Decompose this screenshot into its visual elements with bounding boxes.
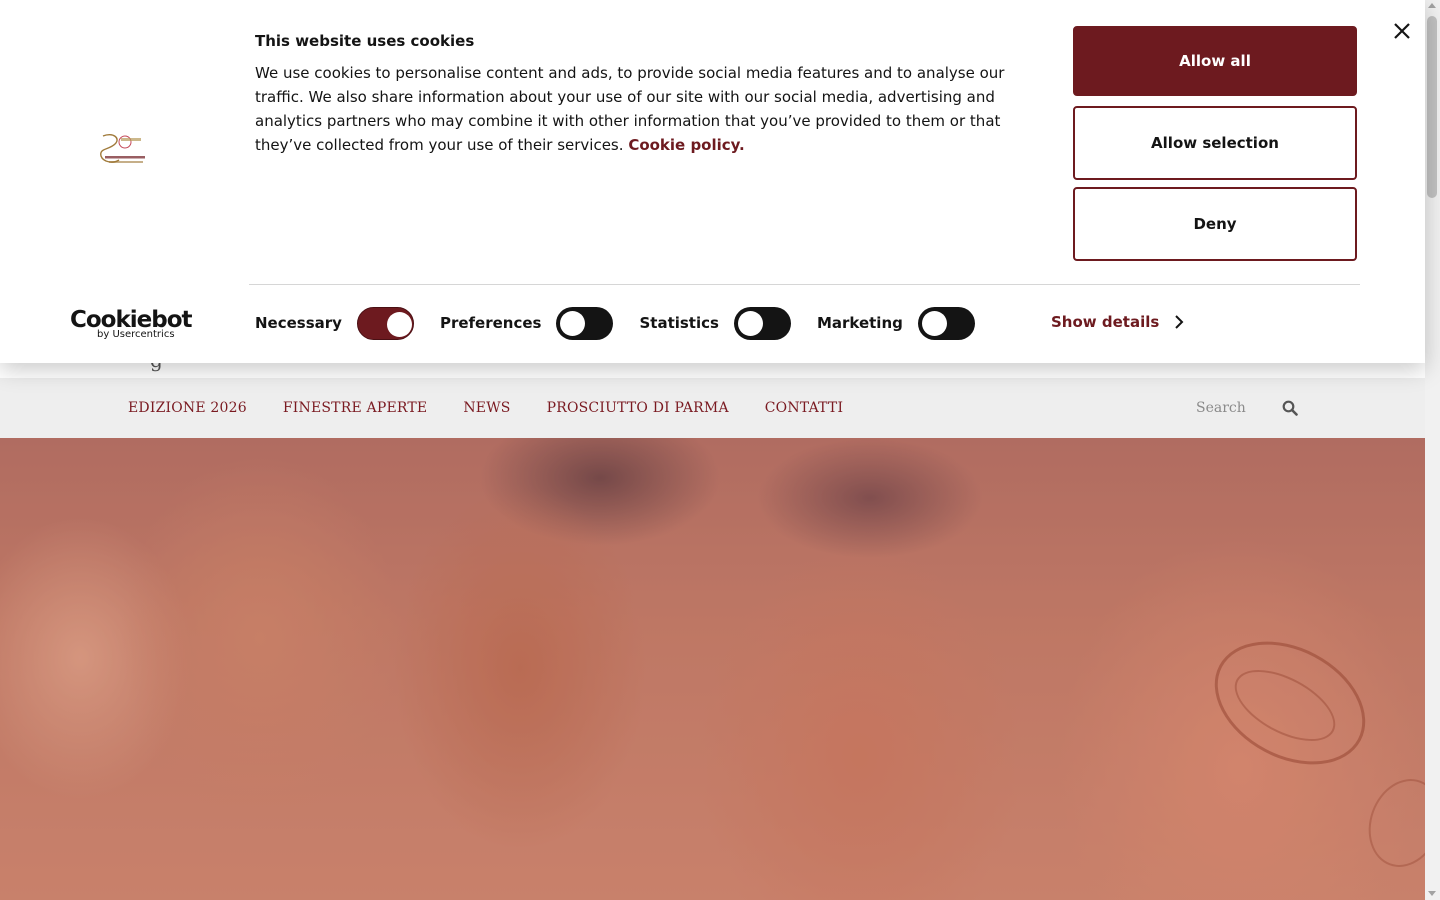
nav-item-prosciutto-di-parma[interactable]: PROSCIUTTO DI PARMA	[547, 400, 729, 416]
toggle-statistics: Statistics	[639, 306, 791, 340]
search-input[interactable]	[1196, 400, 1272, 416]
nav-item-edizione-2026[interactable]: EDIZIONE 2026	[128, 400, 247, 416]
nav-search	[1196, 394, 1306, 422]
switch-knob	[386, 311, 412, 337]
toggle-necessary-label: Necessary	[255, 314, 342, 332]
main-navbar: EDIZIONE 2026 FINESTRE APERTE NEWS PROSC…	[0, 378, 1425, 438]
switch-knob	[921, 310, 947, 336]
necessary-switch[interactable]	[356, 306, 414, 340]
scroll-up-arrow-icon[interactable]	[1428, 3, 1436, 8]
nav-item-news[interactable]: NEWS	[463, 400, 510, 416]
page-scrollbar[interactable]	[1425, 0, 1440, 900]
cookie-policy-link[interactable]: Cookie policy.	[628, 136, 744, 154]
statistics-switch[interactable]	[733, 306, 791, 340]
marketing-switch[interactable]	[917, 306, 975, 340]
search-icon[interactable]	[1280, 398, 1300, 418]
scroll-down-arrow-icon[interactable]	[1428, 891, 1436, 896]
site-logo	[100, 134, 145, 163]
switch-knob	[737, 310, 763, 336]
cookie-banner-text: We use cookies to personalise content an…	[255, 61, 1045, 157]
toggle-preferences: Preferences	[439, 306, 614, 340]
chevron-right-icon	[1175, 315, 1184, 329]
close-icon[interactable]	[1390, 19, 1414, 43]
show-details-label: Show details	[1051, 313, 1160, 331]
cookie-banner-title: This website uses cookies	[255, 32, 475, 50]
toggle-statistics-label: Statistics	[639, 314, 719, 332]
hero-overlay	[0, 438, 1425, 900]
toggle-marketing: Marketing	[816, 306, 975, 340]
nav-item-contatti[interactable]: CONTATTI	[765, 400, 843, 416]
nav-item-finestre-aperte[interactable]: FINESTRE APERTE	[283, 400, 427, 416]
nav-links: EDIZIONE 2026 FINESTRE APERTE NEWS PROSC…	[128, 378, 843, 438]
toggle-necessary: Necessary	[255, 306, 414, 340]
toggle-preferences-label: Preferences	[439, 314, 542, 332]
allow-selection-button[interactable]: Allow selection	[1073, 106, 1357, 180]
preferences-switch[interactable]	[556, 306, 614, 340]
switch-knob	[560, 310, 586, 336]
cookie-consent-banner: This website uses cookies We use cookies…	[0, 0, 1425, 363]
banner-divider	[249, 284, 1360, 285]
hero-image	[0, 438, 1425, 900]
allow-all-button[interactable]: Allow all	[1073, 26, 1357, 96]
deny-button[interactable]: Deny	[1073, 187, 1357, 261]
cookiebot-logo[interactable]: Cookiebot by Usercentrics	[70, 308, 193, 342]
scroll-thumb[interactable]	[1427, 16, 1437, 198]
cookiebot-brand-sub: by Usercentrics	[97, 329, 175, 340]
consent-toggles: Necessary Preferences Statistics Marketi…	[255, 306, 1001, 340]
show-details-link[interactable]: Show details	[1051, 313, 1185, 331]
toggle-marketing-label: Marketing	[816, 314, 903, 332]
